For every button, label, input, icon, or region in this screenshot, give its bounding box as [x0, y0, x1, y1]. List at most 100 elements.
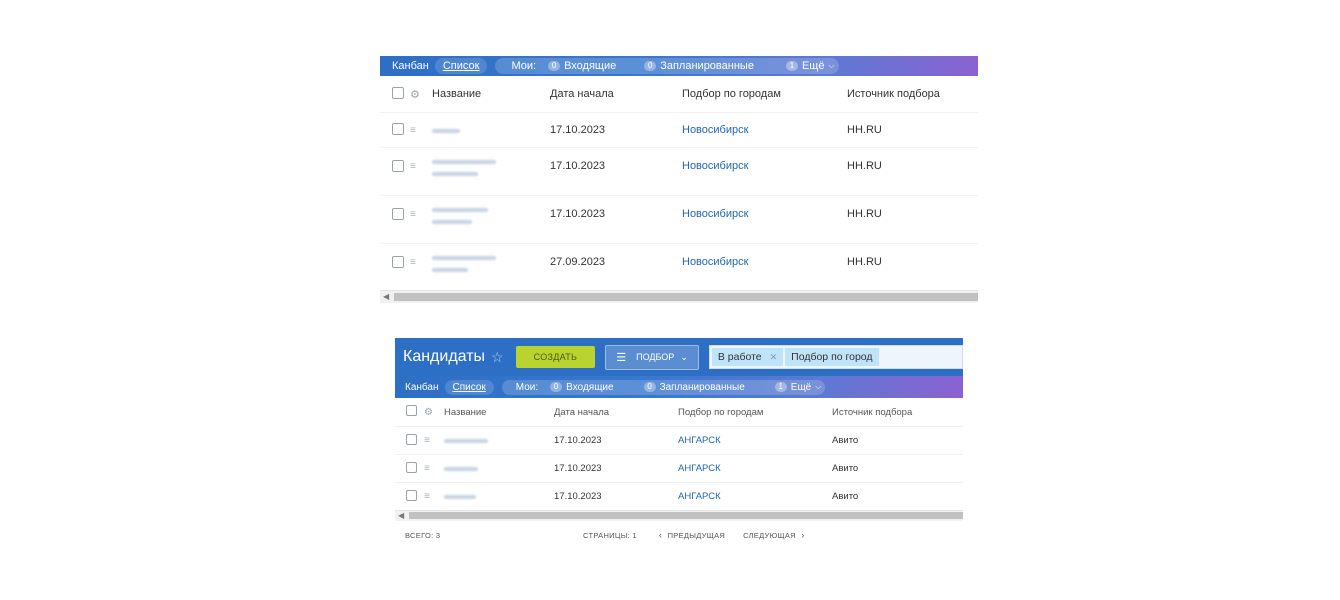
- view-list-tab[interactable]: Список: [443, 60, 480, 72]
- col-city-header[interactable]: Подбор по городам: [682, 76, 847, 113]
- row-checkbox[interactable]: [392, 208, 404, 220]
- planned-counter[interactable]: Запланированные: [660, 60, 754, 72]
- counters-group: Мои: 0 Входящие 0 Запланированные 1 Ещё …: [495, 58, 839, 74]
- redacted-name[interactable]: [432, 160, 496, 164]
- incoming-counter[interactable]: Входящие: [564, 60, 616, 72]
- chevron-down-icon: ⌄: [680, 351, 688, 362]
- row-source: HH.RU: [847, 160, 882, 172]
- row-date: 27.09.2023: [550, 256, 606, 268]
- star-icon[interactable]: ☆: [491, 349, 504, 366]
- redacted-name[interactable]: [444, 495, 476, 499]
- scroll-left-icon[interactable]: ◀: [383, 291, 389, 303]
- more-button[interactable]: Ещё: [802, 60, 825, 72]
- scrollbar-thumb[interactable]: [394, 292, 978, 301]
- row-city-link[interactable]: Новосибирск: [682, 148, 847, 196]
- drag-cell: ≡: [410, 244, 432, 290]
- table-row[interactable]: ≡ 17.10.2023 АНГАРСК Авито: [395, 482, 963, 511]
- row-checkbox[interactable]: [406, 433, 417, 445]
- create-button[interactable]: СОЗДАТЬ: [515, 346, 596, 368]
- col-city-header[interactable]: Подбор по городам: [678, 398, 832, 427]
- drag-handle-icon[interactable]: ≡: [410, 162, 420, 172]
- row-checkbox[interactable]: [392, 122, 404, 135]
- gear-icon[interactable]: ⚙: [410, 89, 420, 101]
- col-source-header[interactable]: Источник подбора: [847, 76, 978, 113]
- drag-handle-icon[interactable]: ≡: [424, 492, 434, 502]
- drag-cell: ≡: [424, 483, 444, 511]
- row-checkbox-cell: [380, 148, 410, 196]
- redacted-name-line: [432, 172, 478, 176]
- row-source: HH.RU: [847, 208, 882, 220]
- incoming-count-badge: 0: [550, 382, 563, 392]
- col-date-header[interactable]: Дата начала: [554, 398, 678, 427]
- row-date: 17.10.2023: [554, 491, 602, 502]
- gear-icon[interactable]: ⚙: [424, 407, 433, 418]
- drag-handle-icon[interactable]: ≡: [424, 436, 434, 446]
- row-city-link[interactable]: АНГАРСК: [678, 483, 832, 511]
- table-header-row: ⚙ Название Дата начала Подбор по городам…: [380, 76, 978, 113]
- view-kanban-tab[interactable]: Канбан: [395, 382, 445, 393]
- drag-handle-icon[interactable]: ≡: [410, 210, 420, 220]
- row-date: 17.10.2023: [550, 208, 606, 220]
- redacted-name[interactable]: [432, 256, 496, 260]
- row-city-link[interactable]: АНГАРСК: [678, 455, 832, 483]
- scrollbar-thumb[interactable]: [409, 512, 963, 519]
- select-all-cell: [380, 76, 410, 113]
- more-button[interactable]: Ещё: [791, 382, 811, 393]
- chevron-left-icon: ‹: [658, 530, 663, 540]
- row-checkbox[interactable]: [406, 461, 417, 473]
- redacted-name[interactable]: [444, 439, 488, 443]
- view-list-tab[interactable]: Список: [453, 382, 486, 393]
- candidates-panel: Кандидаты ☆ СОЗДАТЬ ☰ ПОДБОР ⌄ В работе …: [395, 338, 963, 570]
- row-checkbox-cell: [380, 113, 410, 148]
- drag-cell: ≡: [410, 148, 432, 196]
- row-name-cell: [432, 244, 550, 290]
- redacted-name[interactable]: [432, 129, 460, 133]
- row-name-cell: [432, 113, 550, 148]
- redacted-name[interactable]: [432, 208, 488, 212]
- table-row[interactable]: ≡ 17.10.2023 АНГАРСК Авито: [395, 454, 963, 483]
- prev-page-button[interactable]: ‹ ПРЕДЫДУЩАЯ: [659, 530, 725, 540]
- table-row[interactable]: ≡ 17.10.2023 АНГАРСК Авито: [395, 426, 963, 455]
- filter-tag[interactable]: Подбор по город: [785, 348, 879, 366]
- select-all-checkbox[interactable]: [392, 86, 404, 99]
- row-name-cell: [444, 455, 554, 483]
- row-checkbox-cell: [395, 455, 424, 483]
- search-filter-box[interactable]: В работе ✕ Подбор по город: [708, 345, 963, 369]
- table-row[interactable]: ≡ 27.09.2023 Новосибирск HH.RU: [380, 243, 978, 290]
- close-icon[interactable]: ✕: [770, 352, 778, 363]
- horizontal-scrollbar[interactable]: ◀: [395, 510, 963, 521]
- chevron-down-icon: ⌵: [828, 61, 835, 70]
- horizontal-scrollbar[interactable]: ◀: [380, 289, 978, 303]
- row-checkbox[interactable]: [392, 256, 404, 268]
- drag-cell: ≡: [410, 196, 432, 244]
- funnel-filter-button[interactable]: ☰ ПОДБОР ⌄: [605, 344, 699, 370]
- row-city-link[interactable]: Новосибирск: [682, 196, 847, 244]
- row-city-link[interactable]: АНГАРСК: [678, 427, 832, 455]
- row-name-cell: [432, 148, 550, 196]
- view-switcher-bar: Канбан Список Мои: 0 Входящие 0 Запланир…: [395, 376, 963, 398]
- drag-handle-icon[interactable]: ≡: [424, 464, 434, 474]
- row-checkbox[interactable]: [392, 160, 404, 172]
- table-header-row: ⚙ Название Дата начала Подбор по городам…: [395, 398, 963, 427]
- view-kanban-tab[interactable]: Канбан: [380, 60, 435, 72]
- redacted-name[interactable]: [444, 467, 478, 471]
- scroll-left-icon[interactable]: ◀: [398, 511, 404, 521]
- planned-counter[interactable]: Запланированные: [660, 382, 745, 393]
- incoming-counter[interactable]: Входящие: [566, 382, 613, 393]
- table-row[interactable]: ≡ 17.10.2023 Новосибирск HH.RU: [380, 112, 978, 148]
- row-checkbox[interactable]: [406, 489, 417, 501]
- filter-tag[interactable]: В работе ✕: [711, 348, 784, 366]
- row-source: Авито: [832, 491, 859, 502]
- next-page-button[interactable]: СЛЕДУЮЩАЯ ›: [743, 530, 804, 540]
- col-source-header[interactable]: Источник подбора: [832, 398, 963, 427]
- select-all-checkbox[interactable]: [406, 405, 417, 416]
- table-row[interactable]: ≡ 17.10.2023 Новосибирск HH.RU: [380, 195, 978, 244]
- drag-handle-icon[interactable]: ≡: [410, 126, 420, 136]
- drag-handle-icon[interactable]: ≡: [410, 258, 420, 268]
- row-city-link[interactable]: Новосибирск: [682, 244, 847, 290]
- col-name-header[interactable]: Название: [444, 398, 554, 427]
- row-city-link[interactable]: Новосибирск: [682, 113, 847, 148]
- col-name-header[interactable]: Название: [432, 76, 550, 113]
- col-date-header[interactable]: Дата начала: [550, 76, 682, 113]
- table-row[interactable]: ≡ 17.10.2023 Новосибирск HH.RU: [380, 147, 978, 196]
